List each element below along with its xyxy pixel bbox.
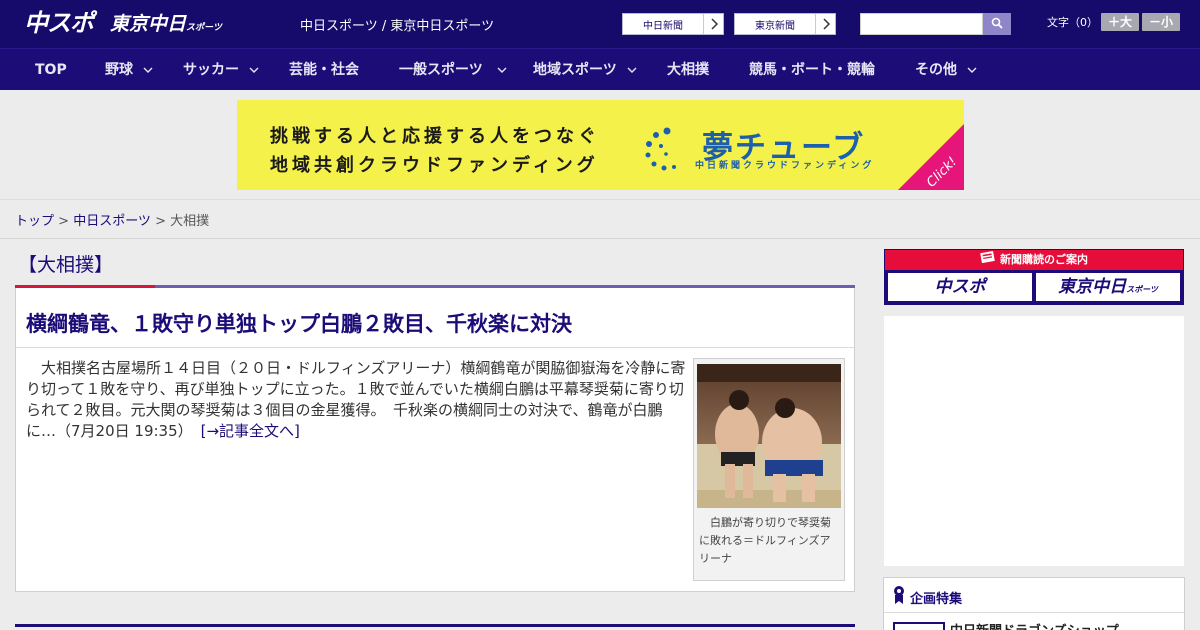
photo-caption: 白鵬が寄り切りで琴奨菊に敗れる＝ドルフィンズアリーナ [699, 516, 831, 565]
breadcrumb-current: 大相撲 [170, 214, 210, 229]
nav-item-sumo[interactable]: 大相撲 [667, 49, 709, 91]
logo-tokyo-small: スポーツ [186, 23, 222, 33]
chuspo-subscribe-button[interactable]: 中スポ [888, 273, 1032, 301]
article-photo[interactable] [697, 364, 841, 508]
nav-item-regional-sports[interactable]: 地域スポーツ [533, 49, 643, 91]
nav-label: 大相撲 [667, 62, 709, 78]
nav-item-top[interactable]: TOP [35, 49, 67, 91]
chevron-down-icon [143, 49, 153, 91]
dots-logo-icon [645, 127, 676, 171]
article-headline[interactable]: 横綱鶴竜、１敗守り単独トップ白鵬２敗目、千秋楽に対決 [26, 308, 572, 338]
breadcrumb-section[interactable]: 中日スポーツ [73, 214, 151, 229]
dragons-shop-link[interactable]: 中日新聞ドラゴンズショップ [950, 620, 1119, 630]
dragons-shop-thumbnail[interactable] [893, 622, 945, 630]
next-section-rule [15, 624, 855, 627]
article-card: 横綱鶴竜、１敗守り単独トップ白鵬２敗目、千秋楽に対決 大相撲名古屋場所１４日目（… [15, 288, 855, 592]
read-more-link[interactable]: [→記事全文へ] [201, 422, 300, 440]
banner-line-2: 地域共創クラウドファンディング [270, 155, 599, 176]
nav-item-baseball[interactable]: 野球 [105, 49, 160, 91]
search-input[interactable] [860, 13, 983, 35]
article-photo-box: 白鵬が寄り切りで琴奨菊に敗れる＝ドルフィンズアリーナ [693, 358, 845, 581]
chuspo-logo[interactable]: 中スポ [24, 8, 100, 38]
sidebar-ad-slot[interactable] [884, 316, 1184, 566]
tokyo-shimbun-button[interactable]: 東京新聞 [734, 13, 836, 35]
search-icon [991, 17, 1003, 32]
subscription-box: 新聞購読のご案内 中スポ 東京中日スポーツ [884, 249, 1184, 305]
ribbon-icon [893, 585, 905, 609]
nav-item-racing[interactable]: 競馬・ボート・競輪 [749, 49, 875, 91]
nav-label: 芸能・社会 [289, 62, 359, 78]
nav-label: 地域スポーツ [533, 62, 617, 78]
search-button[interactable] [983, 13, 1011, 35]
banner-line-1: 挑戦する人と応援する人をつなぐ [270, 126, 600, 147]
font-larger-button[interactable]: ＋大 [1101, 13, 1139, 31]
chevron-down-icon [627, 49, 637, 91]
site-links: 中日スポーツ / 東京中日スポーツ [300, 15, 494, 34]
banner-area: 挑戦する人と応援する人をつなぐ 地域共創クラウドファンディング 夢チューブ 中日… [0, 90, 1200, 200]
article-body-text: 大相撲名古屋場所１４日目（２０日・ドルフィンズアリーナ）横綱鶴竜が関脇御嶽海を冷… [26, 359, 686, 440]
nav-label: 一般スポーツ [399, 62, 483, 78]
nav-label: 野球 [105, 62, 133, 78]
crowdfunding-banner[interactable]: 挑戦する人と応援する人をつなぐ 地域共創クラウドファンディング 夢チューブ 中日… [237, 100, 964, 190]
yume-tube-subtitle: 中日新聞クラウドファンディング [695, 161, 875, 171]
article-summary: 大相撲名古屋場所１４日目（２０日・ドルフィンズアリーナ）横綱鶴竜が関脇御嶽海を冷… [26, 358, 688, 442]
chevron-right-icon [815, 14, 835, 34]
main-nav: TOP 野球 サッカー 芸能・社会 一般スポーツ 地域スポーツ 大相撲 競馬・ボ… [0, 48, 1200, 90]
nav-item-soccer[interactable]: サッカー [183, 49, 263, 91]
tokyo-chunichi-label: 東京中日 [1058, 277, 1127, 297]
breadcrumb-sep: > [54, 214, 74, 229]
tokyo-chunichi-sports-logo[interactable]: 東京中日スポーツ [110, 10, 222, 38]
chevron-down-icon [497, 49, 507, 91]
feature-title: 企画特集 [910, 592, 963, 607]
newspaper-icon [980, 250, 996, 270]
logo-tokyo-main: 東京中日 [110, 13, 187, 35]
subscription-heading-label: 新聞購読のご案内 [1000, 253, 1088, 266]
chunichi-sports-link[interactable]: 中日スポーツ [300, 19, 378, 34]
section-title: 【大相撲】 [18, 254, 114, 276]
divider [16, 347, 854, 348]
chevron-down-icon [967, 49, 977, 91]
nav-item-general-sports[interactable]: 一般スポーツ [399, 49, 514, 91]
font-smaller-button[interactable]: －小 [1142, 13, 1180, 31]
nav-label: サッカー [183, 62, 239, 78]
divider [0, 238, 1200, 239]
chunichi-shimbun-label: 中日新聞 [643, 20, 683, 32]
tokyo-chunichi-sports-link[interactable]: 東京中日スポーツ [390, 19, 494, 34]
font-size-label: 文字（0） [1047, 16, 1098, 29]
nav-label: 競馬・ボート・競輪 [749, 62, 875, 78]
nav-item-entertainment[interactable]: 芸能・社会 [289, 49, 359, 91]
site-link-separator: / [377, 19, 391, 34]
chevron-down-icon [249, 49, 259, 91]
subscription-heading: 新聞購読のご案内 [885, 250, 1183, 270]
tokyo-chunichi-subscribe-button[interactable]: 東京中日スポーツ [1036, 273, 1180, 301]
tokyo-chunichi-small: スポーツ [1126, 285, 1158, 294]
chunichi-shimbun-button[interactable]: 中日新聞 [622, 13, 724, 35]
divider [884, 612, 1184, 613]
nav-label: TOP [35, 62, 67, 78]
breadcrumb-home[interactable]: トップ [15, 214, 54, 229]
nav-item-other[interactable]: その他 [915, 49, 980, 91]
chevron-right-icon [703, 14, 723, 34]
feature-box: 企画特集 中日新聞ドラゴンズショップ [883, 577, 1185, 630]
top-header: 中スポ 東京中日スポーツ 中日スポーツ / 東京中日スポーツ 中日新聞 東京新聞… [0, 0, 1200, 48]
breadcrumb: トップ > 中日スポーツ > 大相撲 [15, 210, 209, 229]
breadcrumb-sep: > [150, 214, 171, 229]
tokyo-shimbun-label: 東京新聞 [755, 20, 795, 32]
nav-label: その他 [915, 62, 957, 78]
